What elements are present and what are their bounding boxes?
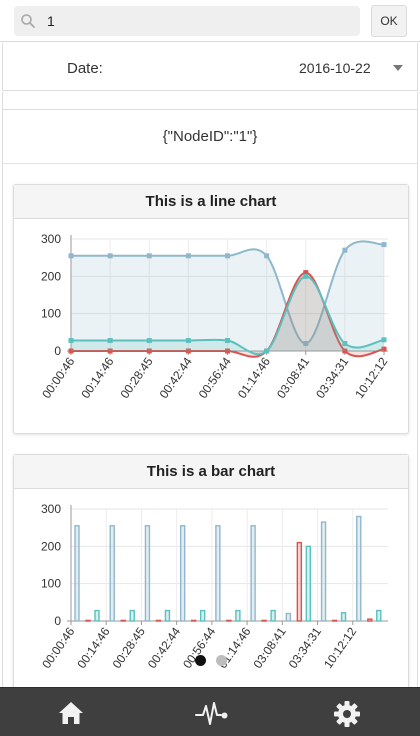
bar [155,619,162,622]
y-tick-label: 100 [41,307,61,321]
y-tick-label: 200 [41,539,61,553]
data-point [303,273,309,279]
date-select[interactable]: 2016-10-22 [299,60,371,76]
dropdown-arrow-icon[interactable] [393,65,403,71]
bar [320,521,327,622]
bar [199,609,206,622]
y-tick-label: 0 [54,614,61,628]
line-chart-title: This is a line chart [14,185,408,219]
bar [179,525,186,622]
bar [340,612,347,622]
date-row[interactable]: Date: 2016-10-22 [2,43,418,91]
data-point [381,337,387,343]
x-tick-label: 00:28:45 [110,624,148,671]
content-area[interactable]: {"NodeID":"1"} This is a line chart 0 100… [2,110,418,690]
x-tick-label: 00:00:46 [39,624,77,671]
bar [129,609,135,622]
x-tick-label: 01:14:46 [235,354,273,401]
x-tick-label: 03:34:31 [286,624,324,671]
bar [305,545,312,622]
gear-icon [334,701,360,727]
data-point [68,338,74,344]
bar [164,609,171,622]
x-tick-label: 03:08:41 [251,624,289,671]
search-box[interactable]: 1 [14,6,360,36]
x-tick-label: 03:08:41 [274,354,312,401]
data-point [146,253,152,259]
bar [215,525,221,622]
page-dot[interactable] [195,655,206,666]
tab-settings[interactable] [308,688,388,736]
y-tick-label: 200 [41,269,61,283]
y-tick-label: 0 [54,344,61,358]
page-dot[interactable] [216,655,227,666]
y-tick-label: 300 [41,502,61,516]
bar [144,525,151,622]
bar [261,619,267,622]
search-icon [21,14,35,28]
x-tick-label: 00:42:44 [157,354,195,401]
home-icon [59,702,83,724]
bar [109,525,115,622]
bar [331,619,338,622]
data-point [185,253,191,259]
ok-button[interactable]: OK [371,5,407,37]
bar [376,609,382,622]
bar [94,609,100,622]
bar [367,618,373,622]
bar [120,619,126,622]
bar [190,619,197,622]
data-point [185,338,191,344]
y-tick-label: 100 [41,577,61,591]
bar [226,619,232,622]
data-point [107,253,113,259]
bar-chart: 0 100 200 300 00:00:4600:14:4600:28:4500:42:… [39,502,388,671]
x-tick-label: 00:56:44 [196,354,234,401]
tab-activity[interactable] [170,688,250,736]
bar [250,525,256,622]
x-tick-label: 00:00:46 [39,354,77,401]
line-chart-card: This is a line chart 0 100 200 300 00:00:46 0… [13,184,409,434]
bar [270,609,276,622]
data-point [264,348,270,354]
data-point [146,338,152,344]
search-input[interactable]: 1 [47,13,55,29]
data-point [342,247,348,253]
data-point [381,242,387,248]
x-tick-label: 10:12:12 [321,624,359,671]
line-chart: 0 100 200 300 00:00:46 00:14:46 00:28:45 00:42:… [39,232,390,401]
bar [74,525,80,622]
spacer-row [2,92,418,110]
node-id-text: {"NodeID":"1"} [3,110,417,164]
bar [285,612,292,622]
search-bar: 1 OK [0,0,420,42]
tab-bar [0,687,420,736]
bar [85,619,91,622]
x-tick-label: 00:42:44 [145,624,183,671]
x-tick-label: 00:14:46 [78,354,116,401]
data-point [264,253,270,259]
bar [296,541,303,622]
bar-chart-card: This is a bar chart 0 100 200 300 00:00:46 00… [13,454,409,690]
date-label: Date: [67,60,103,77]
x-tick-label: 10:12:12 [352,354,390,401]
x-tick-label: 03:34:31 [313,354,351,401]
x-tick-label: 00:14:46 [74,624,112,671]
data-point [225,338,230,344]
bar-chart-title: This is a bar chart [14,455,408,489]
tab-home[interactable] [32,688,112,736]
bar [235,609,241,622]
y-tick-label: 300 [41,232,61,246]
data-point [107,338,113,344]
x-tick-label: 00:28:45 [117,354,155,401]
data-point [68,253,74,259]
data-point [342,341,348,347]
bar [356,515,362,622]
pulse-icon [195,702,228,725]
data-point [225,253,230,259]
